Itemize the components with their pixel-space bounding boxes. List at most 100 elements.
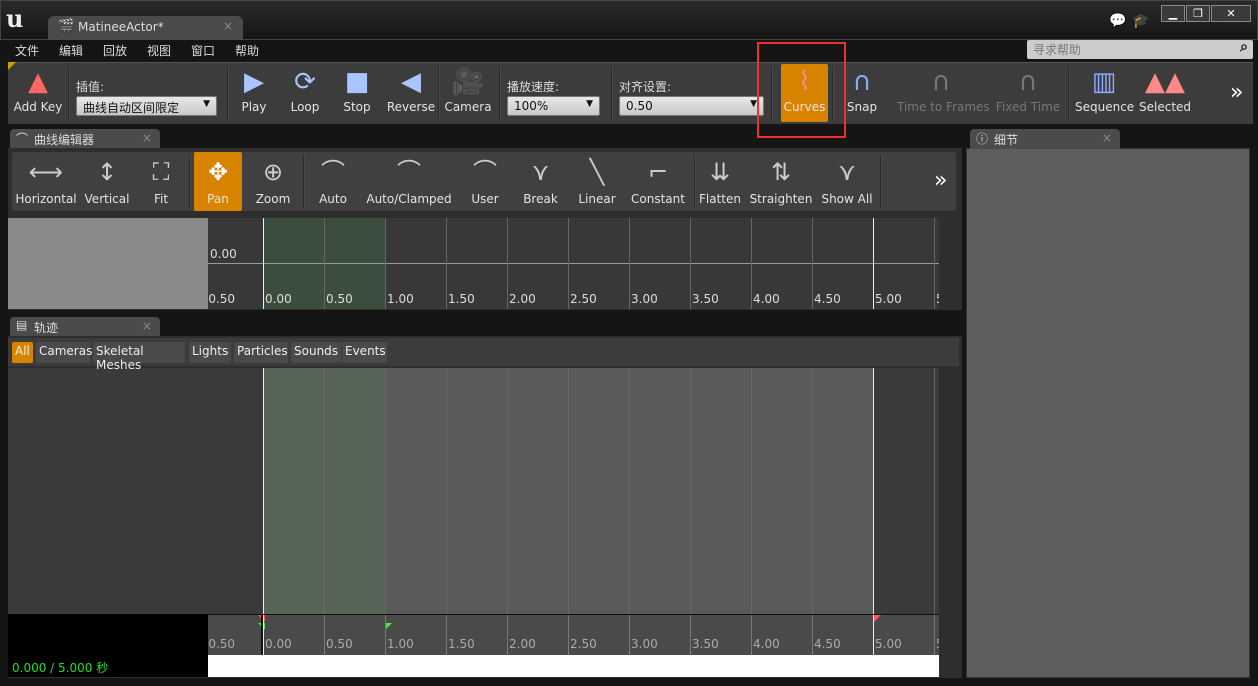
pan-label: Pan (207, 192, 229, 206)
menu-item[interactable]: 回放 (103, 42, 127, 59)
filter-events[interactable]: Events (342, 342, 387, 363)
grid-line (812, 615, 813, 655)
play-button[interactable]: ▶ Play (231, 64, 277, 122)
snap-button[interactable]: ∩ Snap (838, 64, 886, 122)
pan-button[interactable]: ✥ Pan (194, 152, 242, 211)
x-tick-label: 5 (936, 637, 939, 651)
grid-line (629, 368, 630, 614)
time-to-frames-button[interactable]: ∩ Time to Frames (897, 64, 990, 122)
constant-button[interactable]: ⌐ Constant (628, 152, 688, 211)
curves-icon: ⌇ (798, 67, 811, 97)
fixed-time-button[interactable]: ∩ Fixed Time (995, 64, 1061, 122)
user-label: User (471, 192, 499, 206)
toolbar-separator (694, 155, 696, 208)
auto-clamped-button[interactable]: ⌒ Auto/Clamped (365, 152, 453, 211)
filter-sounds[interactable]: Sounds (291, 342, 341, 363)
details-tab[interactable]: ⓘ 细节 × (970, 129, 1120, 149)
menu-item[interactable]: 文件 (15, 42, 39, 59)
close-tab-icon[interactable]: × (1102, 131, 1112, 145)
loop-button[interactable]: ⟳ Loop (281, 64, 329, 122)
camera-button[interactable]: 🎥 Camera (442, 64, 494, 122)
track-timeline[interactable] (208, 368, 939, 614)
interp-dropdown[interactable]: 曲线自动区间限定 ▼ (76, 96, 217, 116)
sequence-button[interactable]: ▥ Sequence (1075, 64, 1135, 122)
add-key-button[interactable]: ▲ Add Key (9, 64, 67, 122)
curve-editor-tab[interactable]: ⌒ 曲线编辑器 × (10, 129, 160, 149)
search-icon[interactable]: ⌕ (1240, 39, 1248, 55)
stop-button[interactable]: ■ Stop (334, 64, 380, 122)
minimize-button[interactable]: ▁ (1161, 5, 1185, 22)
tracks-tab[interactable]: ▤ 轨迹 × (10, 317, 160, 337)
close-tab-icon[interactable]: × (142, 319, 152, 333)
close-tab-icon[interactable]: × (223, 19, 233, 33)
sequence-label: Sequence (1075, 100, 1135, 114)
add-key-label: Add Key (13, 100, 63, 114)
fixed-time-label: Fixed Time (995, 100, 1061, 114)
linear-button[interactable]: ╲ Linear (573, 152, 621, 211)
fixed-time-icon: ∩ (1018, 67, 1038, 97)
filter-particles[interactable]: Particles (234, 342, 288, 363)
interp-label: 插值: (76, 80, 105, 94)
menu-item[interactable]: 帮助 (235, 42, 259, 59)
loop-end-marker[interactable] (385, 623, 392, 630)
filter-skeletal-meshes[interactable]: Skeletal Meshes (93, 342, 185, 372)
curve-graph[interactable]: 0.00 -0.50 0.00 0.50 1.00 1.50 2.00 2.50 3.00 3.… (208, 218, 939, 309)
fit-label: Fit (153, 192, 169, 206)
more-icon[interactable]: » (1230, 80, 1243, 105)
more-icon[interactable]: » (934, 168, 947, 193)
vertical-button[interactable]: ↕ Vertical (80, 152, 134, 211)
speed-value: 100% (514, 99, 549, 113)
break-button[interactable]: ⋎ Break (517, 152, 564, 211)
grid-line (873, 368, 874, 614)
auto-button[interactable]: ⌒ Auto (308, 152, 358, 211)
timeline-ruler[interactable]: -0.50 0.00 0.50 1.00 1.50 2.00 2.50 3.00 3.50 4.0… (208, 614, 939, 655)
close-button[interactable]: ✕ (1211, 5, 1251, 22)
toolbar-separator (880, 155, 882, 208)
document-tab[interactable]: 🎬 MatineeActor* × (48, 16, 243, 40)
zoom-icon: ⊕ (262, 158, 284, 186)
auto-clamped-icon: ⌒ (397, 158, 421, 186)
menu-item[interactable]: 窗口 (191, 42, 215, 59)
user-icon: ⌒ (473, 158, 497, 186)
reverse-button[interactable]: ◀ Reverse (386, 64, 436, 122)
horizontal-icon: ⟷ (28, 158, 64, 186)
user-button[interactable]: ⌒ User (460, 152, 510, 211)
toolbar-separator (611, 66, 613, 120)
horizontal-button[interactable]: ⟷ Horizontal (14, 152, 78, 211)
loop-label: Loop (290, 100, 320, 114)
unreal-logo-icon: u (6, 4, 24, 33)
grid-line (568, 368, 569, 614)
flatten-button[interactable]: ⇊ Flatten (696, 152, 744, 211)
timeline-scrollbar[interactable] (208, 655, 939, 677)
grid-line (690, 368, 691, 614)
fit-button[interactable]: ⛶ Fit (140, 152, 182, 211)
grid-line (385, 368, 386, 614)
straighten-button[interactable]: ⇅ Straighten (749, 152, 813, 211)
help-search-input[interactable]: 寻求帮助 ⌕ (1027, 39, 1253, 59)
tutorial-icon[interactable]: 🎓 (1132, 13, 1149, 29)
curve-icon: ⌒ (16, 132, 29, 146)
speed-dropdown[interactable]: 100% ▼ (507, 96, 600, 116)
zoom-button[interactable]: ⊕ Zoom (246, 152, 300, 211)
grid-line (263, 218, 264, 309)
x-tick-label: 2.00 (509, 292, 536, 306)
filter-lights[interactable]: Lights (189, 342, 231, 363)
filter-cameras[interactable]: Cameras (36, 342, 92, 363)
filter-all[interactable]: All (12, 342, 33, 363)
curves-button[interactable]: ⌇ Curves (781, 64, 828, 122)
menu-item[interactable]: 编辑 (59, 42, 83, 59)
straighten-label: Straighten (749, 192, 813, 206)
feedback-icon[interactable]: 💬 (1109, 13, 1126, 29)
selected-button[interactable]: ▲▲ Selected (1139, 64, 1191, 122)
x-tick-label: 5 (936, 292, 939, 306)
sequence-end-marker[interactable] (874, 615, 881, 622)
maximize-button[interactable]: ❐ (1186, 5, 1210, 22)
grid-line (690, 218, 691, 309)
close-tab-icon[interactable]: × (142, 131, 152, 145)
sequence-start-line (263, 368, 264, 614)
menu-item[interactable]: 视图 (147, 42, 171, 59)
grid-line (812, 218, 813, 309)
show-all-button[interactable]: ⋎ Show All (818, 152, 876, 211)
snap-setting-dropdown[interactable]: 0.50 ▼ (619, 96, 764, 116)
toolbar-separator (303, 155, 305, 208)
